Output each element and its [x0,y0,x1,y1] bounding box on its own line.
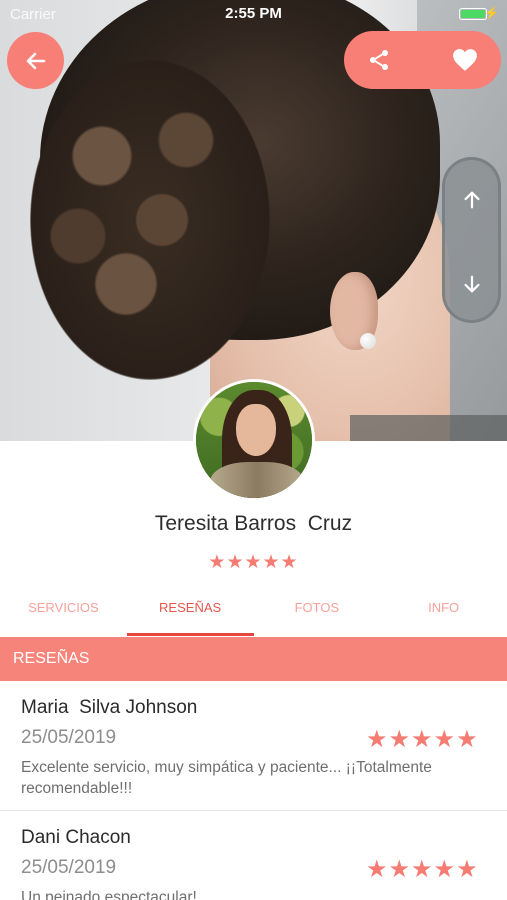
review-author: Dani Chacon [21,827,131,848]
scroll-down-button[interactable] [445,264,498,304]
tab-resenas[interactable]: RESEÑAS [126,591,254,636]
arrow-down-icon [463,275,480,293]
tab-servicios[interactable]: SERVICIOS [0,591,127,636]
review-author: Maria Silva Johnson [21,697,198,718]
charging-icon: ⚡ [484,6,499,20]
arrow-left-icon [26,52,45,69]
avatar[interactable] [193,379,315,501]
arrow-up-icon [463,191,480,209]
review-date: 25/05/2019 [21,727,117,748]
battery-icon [459,8,487,20]
back-button[interactable] [7,32,64,89]
review-item: Dani Chacon 25/05/2019 ★★★★★ Un peinado … [0,811,507,900]
review-stars: ★★★★★ [366,856,479,883]
share-button[interactable] [362,45,396,75]
status-bar: Carrier 2:55 PM ⚡ [0,0,507,28]
tab-bar: SERVICIOS RESEÑAS FOTOS INFO [0,591,507,636]
status-time: 2:55 PM [225,5,282,22]
scroll-up-button[interactable] [445,180,498,220]
review-item: Maria Silva Johnson 25/05/2019 ★★★★★ Exc… [0,681,507,811]
section-title: RESEÑAS [0,637,507,681]
action-pill [344,31,501,89]
photo-scroll-control [442,157,501,323]
review-text: Excelente servicio, muy simpática y paci… [21,759,432,797]
profile-name: Teresita Barros Cruz [154,512,353,535]
profile-rating-stars: ★★★★★ [208,552,299,573]
favorite-button[interactable] [448,45,482,75]
review-text: Un peinado espectacular! [21,889,197,900]
review-date: 25/05/2019 [21,857,117,878]
heart-icon [453,49,477,71]
tab-fotos[interactable]: FOTOS [254,591,381,636]
review-stars: ★★★★★ [366,726,479,753]
tab-info[interactable]: INFO [380,591,507,636]
share-icon [370,50,388,70]
